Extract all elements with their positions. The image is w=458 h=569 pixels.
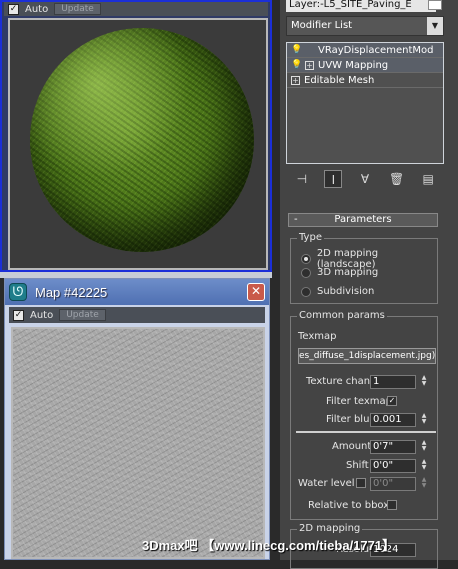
chevron-down-icon[interactable]: ▼ xyxy=(427,17,443,35)
material-preview-window: ✓ Auto Update xyxy=(0,0,272,272)
modifier-list-dropdown[interactable]: Modifier List ▼ xyxy=(286,16,444,36)
type-group-label: Type xyxy=(297,232,324,243)
sphere-preview xyxy=(8,18,268,270)
spinner-arrows-icon[interactable]: ▲ ▼ xyxy=(420,440,428,454)
spinner-arrows-icon[interactable]: ▲ ▼ xyxy=(420,459,428,473)
lightbulb-icon[interactable]: 💡 xyxy=(291,45,302,55)
shift-field[interactable]: 0'0" xyxy=(370,459,416,473)
3dsmax-app-icon: ᘎ xyxy=(9,283,27,301)
radio-3d-mapping[interactable]: 3D mapping xyxy=(301,267,378,278)
stack-item-uvw-mapping[interactable]: 💡 + UVW Mapping xyxy=(287,58,443,73)
spinner-arrows-icon[interactable]: ▲ ▼ xyxy=(420,477,428,491)
radio-label: 3D mapping xyxy=(317,267,379,278)
radio-label: Subdivision xyxy=(317,286,375,297)
radio-button[interactable] xyxy=(301,254,311,264)
stack-item-editable-mesh[interactable]: + Editable Mesh xyxy=(287,73,443,88)
remove-modifier-icon[interactable]: 🗑 xyxy=(388,170,406,188)
map-auto-checkbox[interactable]: ✓ xyxy=(13,309,24,321)
map-auto-update-bar: ✓ Auto Update xyxy=(9,307,265,323)
filter-texmap-label: Filter texmap xyxy=(326,396,392,407)
2d-mapping-label: 2D mapping xyxy=(297,523,363,534)
spinner-arrows-icon[interactable]: ▲ ▼ xyxy=(420,375,428,389)
stack-item-vraydisplacementmod[interactable]: 💡 VRayDisplacementMod xyxy=(287,43,443,58)
shift-label: Shift xyxy=(346,460,369,471)
amount-label: Amount xyxy=(332,441,372,452)
auto-update-bar: ✓ Auto Update xyxy=(4,2,268,16)
update-button[interactable]: Update xyxy=(54,3,101,15)
expand-plus-icon[interactable]: + xyxy=(291,75,300,85)
modifier-list-label: Modifier List xyxy=(291,20,353,31)
configure-sets-icon[interactable]: ▤ xyxy=(419,170,437,188)
water-level-label: Water level xyxy=(298,478,355,489)
type-group: Type 2D mapping (landscape) 3D mapping S… xyxy=(290,232,438,304)
expand-plus-icon[interactable]: + xyxy=(305,60,314,70)
filter-blur-label: Filter blur xyxy=(326,414,374,425)
water-level-checkbox[interactable] xyxy=(356,478,366,488)
divider xyxy=(296,431,436,433)
modify-command-panel: Layer:-L5_SITE_Paving_E Modifier List ▼ … xyxy=(280,0,458,569)
make-unique-icon[interactable]: ∀ xyxy=(356,170,374,188)
water-level-field[interactable]: 0'0" xyxy=(370,477,416,491)
watermark-text: 3Dmax吧 【www.linecg.com/tieba/1771】 xyxy=(142,538,396,553)
close-button[interactable]: ✕ xyxy=(247,283,265,301)
filter-blur-field[interactable]: 0.001 xyxy=(370,413,416,427)
common-params-label: Common params xyxy=(297,310,387,321)
stack-item-label: Editable Mesh xyxy=(304,74,375,86)
texture-chan-label: Texture chan xyxy=(306,376,371,387)
object-color-swatch[interactable] xyxy=(428,0,442,10)
object-name-field[interactable]: Layer:-L5_SITE_Paving_E xyxy=(286,0,436,12)
amount-field[interactable]: 0'7" xyxy=(370,440,416,454)
grass-sphere-render xyxy=(30,28,254,252)
radio-subdivision[interactable]: Subdivision xyxy=(301,286,374,297)
pin-stack-icon[interactable]: ⊣ xyxy=(293,170,311,188)
relative-bbox-label: Relative to bbox xyxy=(308,500,390,511)
filter-texmap-checkbox[interactable]: ✓ xyxy=(387,396,397,406)
stack-toolbar: ⊣ Ⅰ ∀ 🗑 ▤ xyxy=(286,168,444,190)
parameters-rollout-header[interactable]: - Parameters xyxy=(288,213,438,227)
spinner-arrows-icon[interactable]: ▲ ▼ xyxy=(420,413,428,427)
auto-label: Auto xyxy=(25,3,49,15)
texmap-label: Texmap xyxy=(298,331,337,342)
map-window-title: Map #42225 xyxy=(35,284,108,300)
displacement-map-preview xyxy=(11,327,265,559)
radio-button[interactable] xyxy=(301,286,311,297)
texture-chan-field[interactable]: 1 xyxy=(370,375,416,389)
lightbulb-icon[interactable]: 💡 xyxy=(291,60,302,70)
rollout-title: Parameters xyxy=(334,214,392,225)
stack-item-label: VRayDisplacementMod xyxy=(318,44,434,56)
map-auto-label: Auto xyxy=(30,309,54,321)
show-end-result-icon[interactable]: Ⅰ xyxy=(324,170,343,188)
map-update-button[interactable]: Update xyxy=(59,309,106,321)
relative-bbox-checkbox[interactable] xyxy=(387,500,397,510)
stack-item-label: UVW Mapping xyxy=(318,59,389,71)
map-preview-window: ᘎ Map #42225 ✕ ✓ Auto Update xyxy=(4,278,270,560)
radio-button[interactable] xyxy=(301,267,311,278)
auto-checkbox[interactable]: ✓ xyxy=(8,3,19,15)
map-window-titlebar[interactable]: ᘎ Map #42225 ✕ xyxy=(5,279,269,305)
texmap-button[interactable]: es_diffuse_1displacement.jpg) xyxy=(298,348,436,364)
modifier-stack: 💡 VRayDisplacementMod 💡 + UVW Mapping + … xyxy=(286,42,444,164)
